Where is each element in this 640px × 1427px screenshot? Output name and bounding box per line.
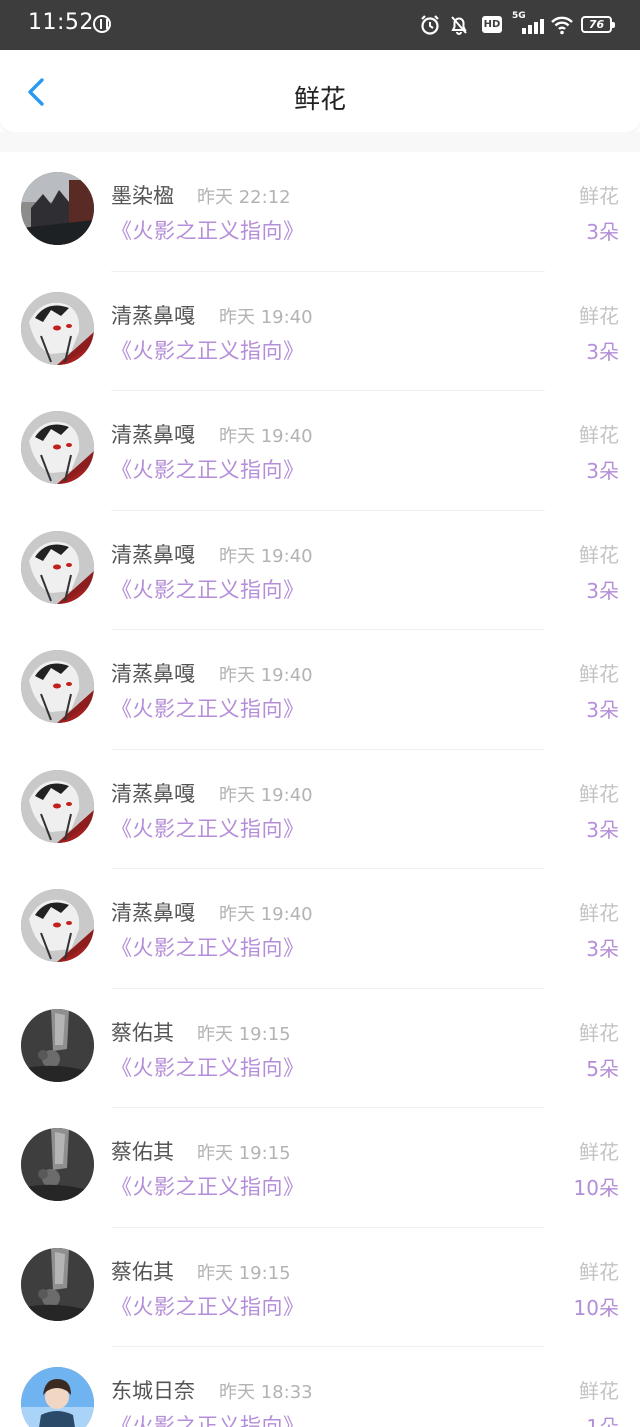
user-name[interactable]: 清蒸鼻嘎 [111, 419, 195, 449]
network-type: 5G [512, 11, 526, 21]
gift-type-label: 鲜花 [579, 901, 619, 925]
timestamp: 昨天 19:15 [197, 1023, 291, 1045]
gift-count: 10朵 [573, 1295, 619, 1320]
list-item[interactable]: 清蒸鼻嘎 昨天 19:40 《火影之正义指向》 鲜花 3朵 [0, 511, 640, 630]
gift-count: 3朵 [586, 937, 619, 961]
avatar[interactable] [21, 650, 94, 723]
user-name[interactable]: 蔡佑其 [111, 1256, 174, 1286]
gift-type-label: 鲜花 [579, 1140, 619, 1164]
book-title-link[interactable]: 《火影之正义指向》 [111, 574, 305, 604]
gift-type-label: 鲜花 [579, 1020, 619, 1045]
cell-signal-icon: 5G [512, 11, 544, 37]
timestamp: 昨天 22:12 [197, 187, 291, 208]
gift-type-label: 鲜花 [579, 423, 619, 447]
page-title: 鲜花 [293, 85, 346, 115]
nav-bar: 鲜花 [0, 50, 640, 132]
avatar[interactable] [21, 1247, 94, 1321]
avatar[interactable] [21, 411, 94, 484]
timestamp: 昨天 18:33 [219, 1382, 313, 1403]
app-notification-icon [93, 15, 111, 33]
list-item[interactable]: 蔡佑其 昨天 19:15 《火影之正义指向》 鲜花 10朵 [0, 1108, 640, 1228]
book-title-link[interactable]: 《火影之正义指向》 [111, 215, 305, 245]
timestamp: 昨天 19:40 [219, 904, 313, 925]
gift-type-label: 鲜花 [579, 184, 619, 208]
book-title-link[interactable]: 《火影之正义指向》 [111, 693, 305, 723]
gift-type-label: 鲜花 [579, 542, 619, 567]
book-title-link[interactable]: 《火影之正义指向》 [111, 1052, 305, 1082]
hd-badge: HD [482, 16, 502, 33]
gift-count: 3朵 [586, 817, 619, 842]
avatar[interactable] [21, 530, 94, 604]
user-name[interactable]: 墨染楹 [111, 180, 174, 210]
gift-count: 3朵 [586, 459, 619, 483]
gift-count: 3朵 [586, 578, 619, 603]
book-title-link[interactable]: 《火影之正义指向》 [111, 1410, 305, 1427]
alarm-icon [421, 15, 439, 35]
user-name[interactable]: 清蒸鼻嘎 [111, 778, 195, 808]
avatar[interactable] [21, 1008, 94, 1082]
avatar[interactable] [21, 1128, 94, 1201]
wifi-icon [551, 16, 573, 35]
book-title-link[interactable]: 《火影之正义指向》 [111, 335, 305, 365]
gift-count: 1朵 [586, 1415, 619, 1427]
timestamp: 昨天 19:40 [219, 306, 313, 328]
avatar[interactable] [21, 889, 94, 962]
timestamp: 昨天 19:15 [197, 1143, 291, 1164]
gift-type-label: 鲜花 [579, 303, 619, 328]
status-icons: HD 5G 76 [406, 11, 616, 37]
book-title-link[interactable]: 《火影之正义指向》 [111, 932, 305, 962]
gift-type-label: 鲜花 [579, 662, 619, 686]
avatar[interactable] [21, 1367, 94, 1427]
mute-bell-icon [451, 16, 467, 35]
gift-type-label: 鲜花 [579, 1379, 619, 1403]
timestamp: 昨天 19:40 [219, 426, 313, 447]
book-title-link[interactable]: 《火影之正义指向》 [111, 454, 305, 484]
list-item[interactable]: 墨染楹 昨天 22:12 《火影之正义指向》 鲜花 3朵 [0, 152, 640, 272]
gift-count: 5朵 [586, 1056, 619, 1081]
header-gap [0, 132, 640, 152]
book-title-link[interactable]: 《火影之正义指向》 [111, 1171, 305, 1201]
timestamp: 昨天 19:40 [219, 545, 313, 567]
user-name[interactable]: 蔡佑其 [111, 1017, 174, 1047]
timestamp: 昨天 19:15 [197, 1262, 291, 1284]
gift-count: 3朵 [586, 220, 619, 244]
gift-count: 10朵 [573, 1176, 619, 1200]
list-item[interactable]: 清蒸鼻嘎 昨天 19:40 《火影之正义指向》 鲜花 3朵 [0, 869, 640, 989]
list-item[interactable]: 清蒸鼻嘎 昨天 19:40 《火影之正义指向》 鲜花 3朵 [0, 391, 640, 511]
status-bar: 11:52 HD 5G 76 [0, 0, 640, 50]
book-title-link[interactable]: 《火影之正义指向》 [111, 813, 305, 843]
user-name[interactable]: 清蒸鼻嘎 [111, 300, 195, 330]
list-item[interactable]: 蔡佑其 昨天 19:15 《火影之正义指向》 鲜花 10朵 [0, 1228, 640, 1347]
gift-type-label: 鲜花 [579, 1259, 619, 1284]
list-item[interactable]: 蔡佑其 昨天 19:15 《火影之正义指向》 鲜花 5朵 [0, 989, 640, 1108]
user-name[interactable]: 清蒸鼻嘎 [111, 539, 195, 569]
book-title-link[interactable]: 《火影之正义指向》 [111, 1291, 305, 1321]
avatar[interactable] [21, 291, 94, 365]
gift-type-label: 鲜花 [579, 781, 619, 806]
list-item[interactable]: 清蒸鼻嘎 昨天 19:40 《火影之正义指向》 鲜花 3朵 [0, 272, 640, 391]
gift-count: 3朵 [586, 339, 619, 364]
user-name[interactable]: 清蒸鼻嘎 [111, 897, 195, 927]
timestamp: 昨天 19:40 [219, 665, 313, 686]
status-time: 11:52 [28, 10, 94, 35]
avatar[interactable] [21, 769, 94, 843]
list-item[interactable]: 东城日奈 昨天 18:33 《火影之正义指向》 鲜花 1朵 [0, 1347, 640, 1427]
battery-icon: 76 [581, 16, 615, 33]
flower-gift-list: 墨染楹 昨天 22:12 《火影之正义指向》 鲜花 3朵 清蒸鼻嘎 昨天 19:40 《火影之… [0, 152, 640, 1427]
gift-count: 3朵 [586, 698, 619, 722]
user-name[interactable]: 蔡佑其 [111, 1136, 174, 1166]
user-name[interactable]: 清蒸鼻嘎 [111, 658, 195, 688]
user-name[interactable]: 东城日奈 [111, 1375, 195, 1405]
list-item[interactable]: 清蒸鼻嘎 昨天 19:40 《火影之正义指向》 鲜花 3朵 [0, 630, 640, 750]
avatar[interactable] [21, 172, 94, 245]
list-item[interactable]: 清蒸鼻嘎 昨天 19:40 《火影之正义指向》 鲜花 3朵 [0, 750, 640, 869]
timestamp: 昨天 19:40 [219, 784, 313, 806]
